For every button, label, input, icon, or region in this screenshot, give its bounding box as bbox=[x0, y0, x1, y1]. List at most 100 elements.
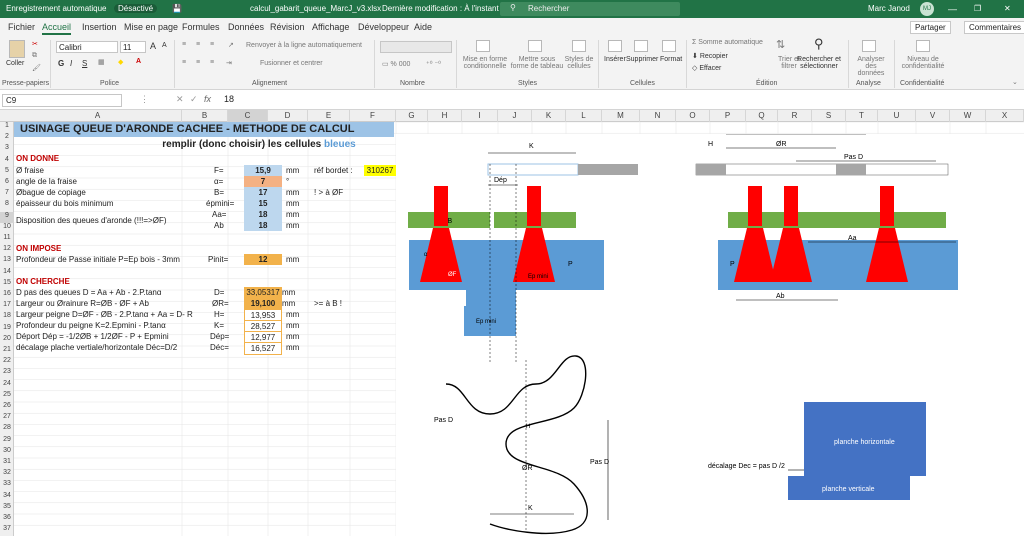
conditional-format-button[interactable]: Mise en forme conditionnelle bbox=[460, 56, 510, 70]
align-middle-icon[interactable]: ≡ bbox=[196, 41, 200, 48]
tab-donnees[interactable]: Données bbox=[228, 22, 264, 32]
label-epaisseur[interactable]: épaisseur du bois minimum bbox=[16, 198, 113, 209]
value-b[interactable]: 17 bbox=[244, 187, 282, 198]
fill-color-icon[interactable]: ◆ bbox=[118, 58, 123, 66]
fill-button[interactable]: ⬇ Recopier bbox=[692, 52, 728, 60]
section-on-cherche[interactable]: ON CHERCHE bbox=[16, 276, 70, 287]
symbol-or[interactable]: ØR= bbox=[212, 298, 229, 309]
column-header-E[interactable]: E bbox=[308, 110, 350, 122]
paste-icon[interactable] bbox=[9, 40, 25, 58]
value-d[interactable]: 33,05317 bbox=[244, 287, 282, 298]
modified-status[interactable]: Dernière modification : À l'instant bbox=[382, 4, 499, 13]
row-header-8[interactable]: 8 bbox=[0, 200, 14, 211]
unit-dec[interactable]: mm bbox=[286, 342, 299, 353]
label-decalage[interactable]: décalage plache vertiale/horizontale Déc… bbox=[16, 342, 177, 353]
align-top-icon[interactable]: ≡ bbox=[182, 41, 186, 48]
row-header-5[interactable]: 5 bbox=[0, 167, 14, 178]
cell-styles-icon[interactable] bbox=[572, 40, 586, 52]
format-table-button[interactable]: Mettre sous forme de tableau bbox=[510, 56, 564, 70]
find-select-button[interactable]: Rechercher et sélectionner bbox=[796, 56, 842, 70]
unit-alpha[interactable]: ° bbox=[286, 176, 289, 187]
sensitivity-button[interactable]: Niveau de confidentialité bbox=[898, 56, 948, 70]
cell-styles-button[interactable]: Styles de cellules bbox=[564, 56, 594, 70]
column-header-W[interactable]: W bbox=[950, 110, 986, 122]
column-header-R[interactable]: R bbox=[778, 110, 812, 122]
value-ref-bordet[interactable]: 310267 bbox=[364, 165, 396, 176]
align-center-icon[interactable]: ≡ bbox=[196, 59, 200, 66]
column-header-K[interactable]: K bbox=[532, 110, 566, 122]
avatar[interactable]: MJ bbox=[920, 2, 934, 16]
sensitivity-icon[interactable] bbox=[916, 40, 930, 52]
format-button[interactable]: Format bbox=[660, 56, 682, 63]
row-header-36[interactable]: 36 bbox=[0, 514, 14, 525]
autosave-toggle[interactable]: Désactivé bbox=[114, 4, 158, 13]
unit-or[interactable]: mm bbox=[282, 298, 295, 309]
row-header-29[interactable]: 29 bbox=[0, 436, 14, 447]
delete-icon[interactable] bbox=[634, 40, 648, 52]
font-color-icon[interactable]: A bbox=[136, 58, 141, 65]
shrink-font-button[interactable]: A bbox=[162, 42, 167, 49]
column-header-F[interactable]: F bbox=[350, 110, 396, 122]
column-header-O[interactable]: O bbox=[676, 110, 710, 122]
row-header-11[interactable]: 11 bbox=[0, 234, 14, 245]
row-header-4[interactable]: 4 bbox=[0, 156, 14, 167]
format-icon[interactable] bbox=[662, 40, 676, 52]
analyze-data-icon[interactable] bbox=[862, 40, 876, 52]
font-size-select[interactable]: 11 bbox=[120, 41, 146, 53]
label-ref-bordet[interactable]: réf bordet : bbox=[314, 165, 353, 176]
minimize-icon[interactable]: — bbox=[948, 4, 957, 14]
value-epmini[interactable]: 15 bbox=[244, 198, 282, 209]
comments-button[interactable]: Commentaires bbox=[964, 21, 1024, 34]
autosum-button[interactable]: Σ Somme automatique bbox=[692, 39, 763, 46]
column-header-U[interactable]: U bbox=[878, 110, 916, 122]
tab-mise-en-page[interactable]: Mise en page bbox=[124, 22, 178, 32]
format-painter-icon[interactable]: 🖌 bbox=[32, 64, 41, 72]
row-header-37[interactable]: 37 bbox=[0, 525, 14, 536]
unit-d[interactable]: mm bbox=[282, 287, 295, 298]
section-on-donne[interactable]: ON DONNE bbox=[16, 153, 59, 164]
note-b[interactable]: ! > à ØF bbox=[314, 187, 343, 198]
row-header-24[interactable]: 24 bbox=[0, 380, 14, 391]
label-fraise[interactable]: Ø fraise bbox=[16, 165, 44, 176]
restore-icon[interactable]: ❐ bbox=[974, 4, 981, 13]
column-header-P[interactable]: P bbox=[710, 110, 746, 122]
symbol-h[interactable]: H= bbox=[214, 309, 224, 320]
label-deport[interactable]: Déport Dép = -1/2ØB + 1/2ØF - P + Epmini bbox=[16, 331, 169, 342]
symbol-pinit[interactable]: Pinit= bbox=[208, 254, 228, 265]
column-header-L[interactable]: L bbox=[566, 110, 602, 122]
column-header-B[interactable]: B bbox=[182, 110, 228, 122]
enter-icon[interactable]: ✓ bbox=[190, 94, 198, 105]
label-disposition[interactable]: Disposition des queues d'aronde (!!!=>ØF… bbox=[16, 215, 167, 226]
unit-aa[interactable]: mm bbox=[286, 209, 299, 220]
column-header-Q[interactable]: Q bbox=[746, 110, 778, 122]
row-header-10[interactable]: 10 bbox=[0, 223, 14, 234]
more-icon[interactable]: ⋮ bbox=[140, 94, 149, 105]
row-header-3[interactable]: 3 bbox=[0, 144, 14, 155]
sheet-title[interactable]: USINAGE QUEUE D'ARONDE CACHEE - METHODE … bbox=[14, 122, 394, 137]
cut-icon[interactable]: ✂ bbox=[32, 40, 38, 48]
column-header-H[interactable]: H bbox=[428, 110, 462, 122]
italic-button[interactable]: I bbox=[70, 59, 72, 68]
copy-icon[interactable]: ⧉ bbox=[32, 52, 37, 60]
value-ab[interactable]: 18 bbox=[244, 220, 282, 231]
clear-button[interactable]: ◇ Effacer bbox=[692, 64, 721, 72]
symbol-f[interactable]: F= bbox=[214, 165, 224, 176]
insert-icon[interactable] bbox=[608, 40, 622, 52]
row-header-27[interactable]: 27 bbox=[0, 413, 14, 424]
find-icon[interactable]: ⚲ bbox=[814, 36, 824, 52]
tab-aide[interactable]: Aide bbox=[414, 22, 432, 32]
column-header-X[interactable]: X bbox=[986, 110, 1024, 122]
note-or[interactable]: >= à B ! bbox=[314, 298, 342, 309]
row-header-2[interactable]: 2 bbox=[0, 133, 14, 144]
conditional-format-icon[interactable] bbox=[476, 40, 490, 52]
format-table-icon[interactable] bbox=[528, 40, 542, 52]
column-header-V[interactable]: V bbox=[916, 110, 950, 122]
row-header-32[interactable]: 32 bbox=[0, 469, 14, 480]
value-f[interactable]: 15,9 bbox=[244, 165, 282, 176]
align-right-icon[interactable]: ≡ bbox=[210, 59, 214, 66]
unit-pinit[interactable]: mm bbox=[286, 254, 299, 265]
unit-ab[interactable]: mm bbox=[286, 220, 299, 231]
row-header-17[interactable]: 17 bbox=[0, 301, 14, 312]
decimal-icon[interactable]: ⁺⁰ ⁻⁰ bbox=[426, 60, 441, 68]
wrap-text-button[interactable]: Renvoyer à la ligne automatiquement bbox=[246, 42, 362, 49]
